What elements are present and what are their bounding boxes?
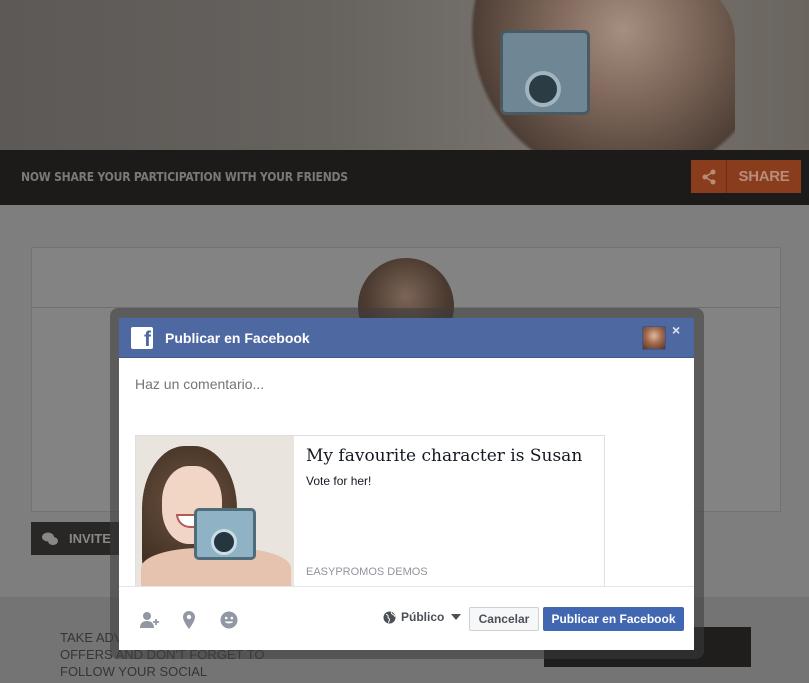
globe-icon: [383, 611, 396, 623]
audience-label: Público: [401, 610, 445, 624]
comment-input[interactable]: [135, 376, 675, 392]
share-bar-text: NOW SHARE YOUR PARTICIPATION WITH YOUR F…: [21, 170, 348, 184]
preview-description: Vote for her!: [306, 474, 372, 488]
audience-selector[interactable]: Público: [383, 610, 462, 624]
publish-button[interactable]: Publicar en Facebook: [543, 607, 684, 631]
share-bar: NOW SHARE YOUR PARTICIPATION WITH YOUR F…: [0, 150, 809, 205]
share-button[interactable]: SHARE: [691, 160, 801, 193]
invite-label: INVITE: [69, 531, 111, 546]
dialog-title: Publicar en Facebook: [165, 330, 310, 346]
hero-banner: [0, 0, 809, 150]
cancel-button[interactable]: Cancelar: [469, 607, 539, 631]
preview-source: EASYPROMOS DEMOS: [306, 566, 428, 578]
invite-button[interactable]: INVITE: [31, 522, 121, 555]
chat-bubbles-icon: [31, 522, 69, 555]
chevron-down-icon: [451, 614, 462, 620]
preview-image: [136, 436, 294, 589]
preview-title: My favourite character is Susan: [306, 446, 583, 466]
hero-photo: [455, 0, 735, 150]
facebook-icon: f: [131, 327, 153, 349]
camera-illustration: [500, 30, 590, 115]
link-preview[interactable]: My favourite character is Susan Vote for…: [135, 435, 605, 590]
close-icon[interactable]: ×: [672, 322, 680, 338]
user-avatar: [642, 326, 666, 350]
facebook-share-dialog: f Publicar en Facebook × My favourite ch…: [119, 318, 694, 650]
share-icon: [691, 160, 727, 193]
dialog-header: f Publicar en Facebook ×: [119, 318, 694, 358]
smiley-icon[interactable]: [219, 610, 239, 630]
share-button-label: SHARE: [738, 168, 790, 185]
add-friend-icon[interactable]: [139, 610, 159, 630]
location-pin-icon[interactable]: [179, 610, 199, 630]
preview-image-camera: [194, 508, 256, 560]
